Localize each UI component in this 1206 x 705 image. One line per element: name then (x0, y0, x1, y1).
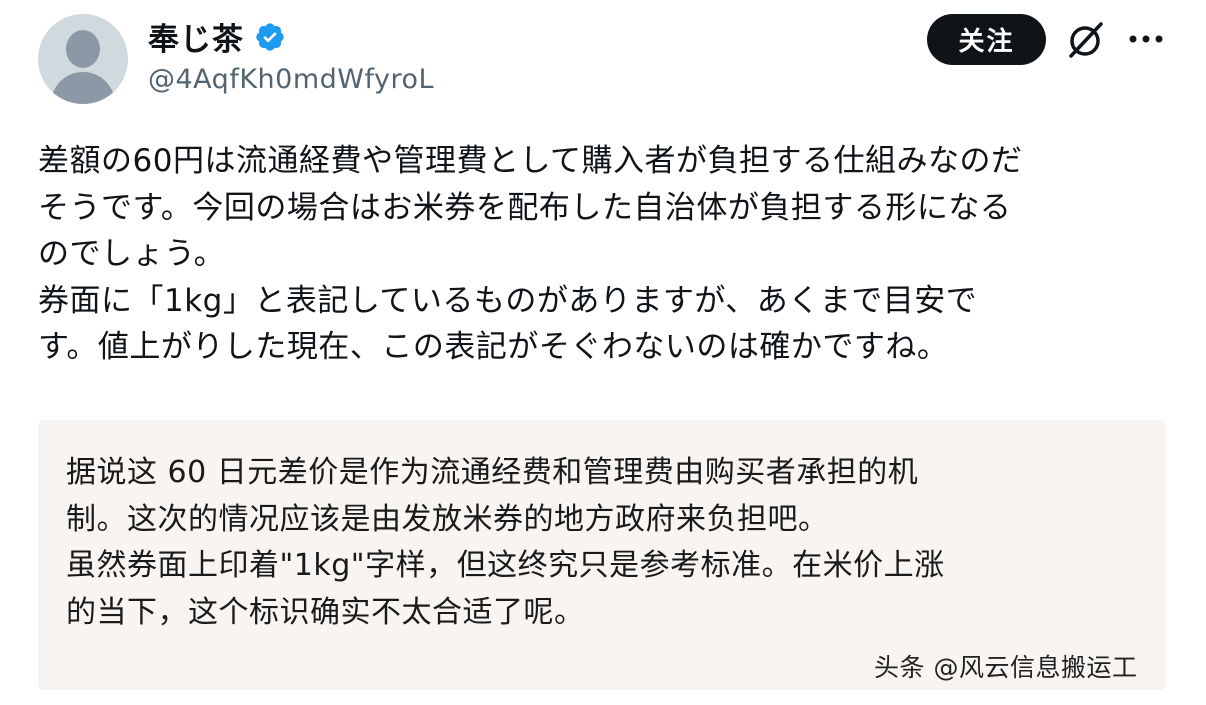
more-icon[interactable] (1126, 24, 1166, 54)
author-handle[interactable]: @4AqfKh0mdWfyroL (148, 64, 434, 95)
tweet-line: のでしょう。 (38, 236, 226, 272)
tweet-line: そうです。今回の場合はお米券を配布した自治体が負担する形になる (38, 189, 1012, 226)
grok-icon[interactable] (1066, 20, 1106, 60)
follow-button[interactable]: 关注 (927, 14, 1046, 65)
translation-line: 的当下，这个标识确实不太合适了呢。 (66, 594, 585, 630)
author-display-name[interactable]: 奉じ茶 (148, 14, 244, 59)
translation-text: 据说这 60 日元差价是作为流通经费和管理费由购买者承担的机 制。这次的情况应该… (66, 450, 1146, 636)
translation-line: 虽然券面上印着"1kg"字样，但这终究只是参考标准。在米价上涨 (66, 548, 945, 583)
watermark: 头条 @风云信息搬运工 (874, 653, 1138, 682)
avatar[interactable] (38, 14, 128, 104)
avatar-placeholder-head (66, 30, 100, 68)
tweet-line: す。値上がりした現在、この表記がそぐわないのは確かですね。 (38, 329, 949, 365)
author-name-row: 奉じ茶 (148, 14, 286, 59)
tweet-text: 差額の60円は流通経費や管理費として購入者が負担する仕組みなのだ そうです。今回… (38, 138, 1178, 371)
translation-line: 制。这次的情况应该是由发放米券的地方政府来负担吧。 (66, 501, 829, 537)
verified-badge-icon (256, 22, 284, 51)
avatar-placeholder-body (51, 72, 115, 104)
translation-line: 据说这 60 日元差价是作为流通经费和管理费由购买者承担的机 (66, 455, 919, 490)
tweet-line: 差額の60円は流通経費や管理費として購入者が負担する仕組みなのだ (38, 143, 1023, 179)
tweet-line: 券面に「1kg」と表記しているものがありますが、あくまで目安で (38, 282, 978, 319)
